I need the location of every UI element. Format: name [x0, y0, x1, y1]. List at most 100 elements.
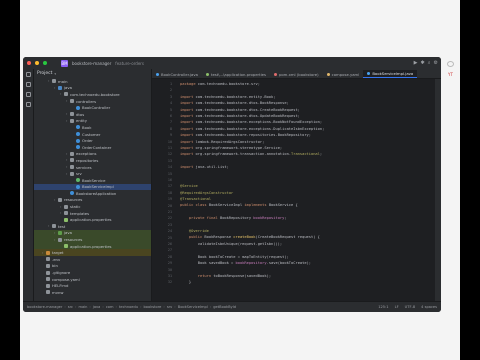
tree-item[interactable]: application.properties: [34, 216, 151, 223]
tree-item-label: exceptions: [76, 151, 97, 157]
package-icon: [70, 151, 74, 156]
breadcrumb-item[interactable]: technoedu: [119, 305, 138, 309]
search-icon[interactable]: ⌕: [428, 60, 431, 66]
tree-item[interactable]: › services: [34, 164, 151, 171]
tree-item-label: HELP.md: [52, 283, 69, 289]
chevron-right-icon: ›: [89, 305, 91, 309]
tree-item[interactable]: › java: [34, 229, 151, 237]
code-token: package: [180, 82, 198, 86]
tree-item[interactable]: › main: [34, 78, 151, 85]
project-name[interactable]: bookstore-manager: [72, 61, 111, 66]
caret-position[interactable]: 125:1: [378, 305, 388, 309]
tree-item[interactable]: › resources: [34, 236, 151, 243]
breadcrumb-item[interactable]: getBookById: [213, 305, 236, 309]
branch-selector[interactable]: feature-orders: [115, 61, 144, 66]
file-icon: [46, 270, 50, 275]
project-tool-icon[interactable]: [25, 72, 31, 77]
tree-item-label: templates: [70, 210, 90, 216]
tree-item[interactable]: HELP.md: [34, 282, 151, 289]
debug-icon[interactable]: ✱: [421, 60, 425, 66]
code-token: .save(bookToCreate);: [266, 260, 312, 265]
tree-item[interactable]: › entity: [34, 118, 151, 125]
breadcrumb-item[interactable]: bookstore: [144, 305, 162, 309]
code-token: import: [180, 133, 196, 138]
tree-item[interactable]: › exceptions: [34, 151, 151, 158]
package-icon: [70, 158, 74, 163]
tree-item[interactable]: Order: [34, 137, 151, 144]
tree-item[interactable]: .gitignore: [34, 269, 151, 276]
tree-item[interactable]: › target: [34, 249, 151, 257]
tree-item[interactable]: › controllers: [34, 98, 151, 105]
tree-item[interactable]: BookstoreApplication: [34, 190, 151, 197]
tree-item[interactable]: Book: [34, 124, 151, 131]
maximize-window-icon[interactable]: [43, 61, 47, 65]
tree-item-label: application.properties: [70, 217, 112, 223]
profile-icon[interactable]: [447, 61, 454, 67]
editor-tab[interactable]: pom.xml (bookstore): [270, 70, 323, 78]
tree-item[interactable]: OrderContainer: [34, 144, 151, 151]
tree-item[interactable]: .env: [34, 256, 151, 263]
close-window-icon[interactable]: [27, 61, 31, 65]
editor-tab[interactable]: test\...\application.properties: [202, 70, 270, 78]
tree-item[interactable]: › test: [34, 223, 151, 230]
settings-icon[interactable]: ⚙: [434, 60, 438, 66]
code-token: BookService {: [268, 203, 298, 208]
tree-item[interactable]: › java: [34, 85, 151, 92]
tree-item-label: com.technoedu.bookstore: [70, 91, 120, 97]
file-encoding[interactable]: UTF-8: [405, 305, 415, 309]
code-editor[interactable]: 1 2 3 4 5 6 7 8 9 10 11 12 13 14 15 16 17 18 19 20 21 22 23 24 2…: [152, 79, 441, 301]
package-icon: [70, 118, 74, 123]
run-icon[interactable]: ▶: [414, 60, 418, 66]
editor-tab[interactable]: BookController.java: [152, 70, 202, 78]
structure-tool-icon[interactable]: [25, 92, 31, 97]
breadcrumb-item[interactable]: src: [68, 305, 73, 309]
tree-item[interactable]: mvnw: [34, 289, 151, 296]
tree-item-label: srv: [76, 171, 82, 177]
more-tools-icon[interactable]: [25, 102, 31, 107]
file-icon: [46, 257, 50, 262]
editor-tab[interactable]: compose.yaml: [323, 70, 364, 78]
chevron-right-icon: ›: [163, 305, 165, 309]
class-icon: [76, 105, 80, 110]
tree-item[interactable]: bin: [34, 263, 151, 270]
tree-item[interactable]: › resources: [34, 197, 151, 204]
tree-item[interactable]: › repositories: [34, 157, 151, 164]
code-line[interactable]: }: [180, 279, 441, 285]
editor-tab[interactable]: BookServiceImpl.java: [363, 70, 418, 78]
breadcrumb-item[interactable]: com: [106, 305, 114, 309]
tree-item-label: application.properties: [70, 243, 112, 249]
breadcrumb-item[interactable]: java: [93, 305, 101, 309]
folder-icon: [64, 211, 68, 216]
tree-item[interactable]: BookService: [34, 177, 151, 184]
tree-item[interactable]: application.properties: [34, 242, 151, 250]
breadcrumb-item[interactable]: srv: [167, 305, 172, 309]
commit-tool-icon[interactable]: [25, 82, 31, 87]
tab-label: pom.xml (bookstore): [278, 71, 319, 77]
code-token: ;: [284, 216, 287, 221]
class-icon: [76, 138, 80, 143]
tree-item[interactable]: › dtos: [34, 111, 151, 118]
tree-item-label: static: [70, 204, 81, 210]
breadcrumb-item[interactable]: bookstore-manager: [27, 305, 62, 309]
tree-item[interactable]: compose.yaml: [34, 276, 151, 283]
tree-item[interactable]: › srv: [34, 170, 151, 177]
indent-setting[interactable]: 4 spaces: [421, 305, 437, 309]
breadcrumb-item[interactable]: BookServiceImpl: [178, 305, 208, 309]
minimize-window-icon[interactable]: [35, 61, 39, 65]
tree-item[interactable]: BookServiceImpl: [34, 183, 151, 191]
file-icon: [46, 283, 50, 288]
tree-item[interactable]: › com.technoedu.bookstore: [34, 91, 151, 98]
code-token: org.springframework.stereotype.Service;: [195, 145, 283, 150]
project-panel-header[interactable]: Project ▾: [34, 69, 151, 78]
code-token: import: [180, 113, 196, 118]
tree-item[interactable]: Customer: [34, 131, 151, 138]
tree-item[interactable]: › static: [34, 203, 151, 210]
project-tree: › main › java › com.technoedu.bookstore › contr…: [34, 78, 151, 296]
line-separator[interactable]: LF: [395, 305, 399, 309]
tree-item[interactable]: BookController: [34, 104, 151, 111]
breadcrumb-item[interactable]: main: [78, 305, 87, 309]
tree-item-label: BookController: [82, 105, 111, 111]
tree-item[interactable]: › templates: [34, 210, 151, 217]
code-area[interactable]: package com.technoedu.bookstore.srv; impo…: [180, 81, 441, 286]
code-token: @RequiredArgsConstructor: [180, 190, 234, 195]
